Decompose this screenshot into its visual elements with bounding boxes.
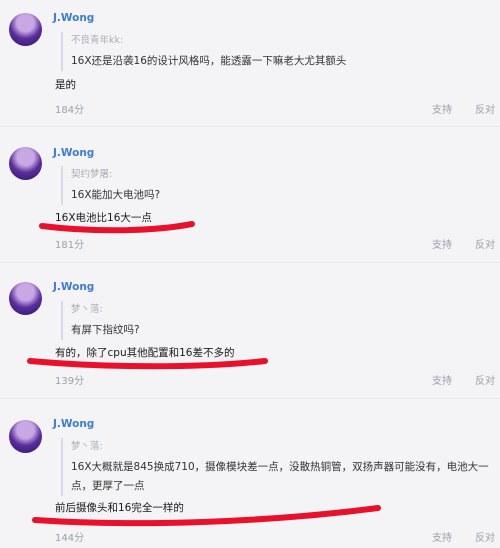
support-button[interactable]: 支持 (432, 529, 452, 544)
avatar[interactable] (9, 147, 42, 180)
avatar[interactable] (9, 420, 42, 453)
username[interactable]: J.Wong (53, 418, 94, 430)
avatar[interactable] (9, 282, 42, 315)
quoted-comment: 不良青年kk: 16X还是沿袭16的设计风格吗，能透露一下嘛老大尤其额头 (61, 32, 491, 71)
oppose-button[interactable]: 反对 (475, 101, 495, 116)
quoted-comment: 梦丶落: 16X大概就是845换成710，摄像模块差一点，没散热铜管，双扬声器可… (61, 438, 491, 496)
reply-text: 有的，除了cpu其他配置和16差不多的 (55, 347, 235, 359)
quote-username: 不良青年kk: (71, 35, 124, 46)
quote-text: 16X大概就是845换成710，摄像模块差一点，没散热铜管，双扬声器可能没有，电… (71, 461, 489, 492)
quoted-comment: 梦丶落: 有屏下指纹吗? (61, 301, 491, 340)
quoted-comment: 契约梦屠: 16X能加大电池吗? (61, 166, 491, 205)
quote-text: 16X还是沿袭16的设计风格吗，能透露一下嘛老大尤其额头 (71, 55, 347, 67)
username[interactable]: J.Wong (53, 147, 94, 159)
username[interactable]: J.Wong (53, 281, 94, 293)
reply-text: 是的 (55, 79, 76, 91)
username[interactable]: J.Wong (53, 12, 94, 24)
highlight-underline (27, 358, 268, 370)
divider (0, 398, 500, 399)
oppose-button[interactable]: 反对 (475, 236, 495, 251)
quote-username: 契约梦屠: (71, 169, 113, 180)
reply-text: 16X电池比16大一点 (55, 212, 152, 224)
score: 184分 (55, 105, 85, 116)
divider (0, 262, 500, 263)
score: 181分 (55, 240, 85, 251)
reply-text: 前后摄像头和16完全一样的 (55, 502, 184, 514)
score: 139分 (55, 376, 85, 387)
avatar[interactable] (9, 13, 42, 46)
divider (0, 126, 500, 127)
quote-text: 16X能加大电池吗? (71, 189, 161, 201)
support-button[interactable]: 支持 (432, 101, 452, 116)
support-button[interactable]: 支持 (432, 372, 452, 387)
support-button[interactable]: 支持 (432, 236, 452, 251)
oppose-button[interactable]: 反对 (475, 372, 495, 387)
quote-text: 有屏下指纹吗? (71, 324, 140, 336)
quote-username: 梦丶落: (71, 441, 103, 452)
oppose-button[interactable]: 反对 (475, 529, 495, 544)
score: 144分 (55, 533, 85, 544)
quote-username: 梦丶落: (71, 304, 103, 315)
